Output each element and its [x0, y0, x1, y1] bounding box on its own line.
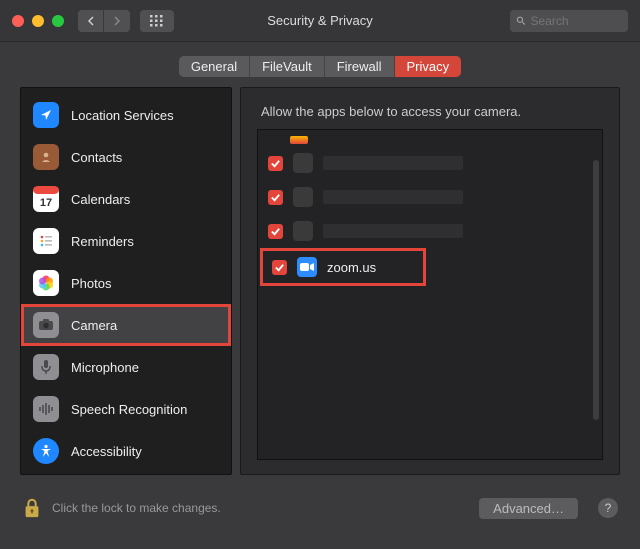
checkbox-icon[interactable] [268, 156, 283, 171]
sidebar-item-label: Calendars [71, 192, 130, 207]
tab-filevault[interactable]: FileVault [250, 56, 325, 77]
photos-icon [33, 270, 59, 296]
app-name: zoom.us [327, 260, 376, 275]
sidebar-item-camera[interactable]: Camera [21, 304, 231, 346]
forward-button[interactable] [104, 10, 130, 32]
sidebar-item-label: Speech Recognition [71, 402, 187, 417]
sidebar-item-accessibility[interactable]: Accessibility [21, 430, 231, 472]
sidebar-item-contacts[interactable]: Contacts [21, 136, 231, 178]
window-controls [12, 15, 64, 27]
advanced-button[interactable]: Advanced… [479, 498, 578, 519]
privacy-sidebar: Location Services Contacts 17 Calendars … [20, 87, 232, 475]
help-button[interactable]: ? [598, 498, 618, 518]
speech-icon [33, 396, 59, 422]
microphone-icon [33, 354, 59, 380]
camera-icon [33, 312, 59, 338]
lock-text: Click the lock to make changes. [52, 501, 221, 515]
app-list: zoom.us [257, 129, 603, 460]
nav-segment [78, 10, 130, 32]
show-all-button[interactable] [140, 10, 174, 32]
search-icon [516, 15, 526, 26]
sidebar-item-label: Accessibility [71, 444, 142, 459]
sidebar-item-speech-recognition[interactable]: Speech Recognition [21, 388, 231, 430]
search-input[interactable] [531, 14, 623, 28]
app-row[interactable] [258, 214, 602, 248]
sidebar-item-location-services[interactable]: Location Services [21, 94, 231, 136]
fullscreen-window-icon[interactable] [52, 15, 64, 27]
tab-privacy[interactable]: Privacy [395, 56, 462, 77]
search-field[interactable] [510, 10, 628, 32]
sidebar-item-label: Contacts [71, 150, 122, 165]
scrollbar[interactable] [593, 160, 599, 420]
sidebar-item-label: Photos [71, 276, 111, 291]
app-name [323, 190, 463, 204]
sidebar-item-label: Location Services [71, 108, 174, 123]
app-icon [293, 221, 313, 241]
detail-pane: Allow the apps below to access your came… [240, 87, 620, 475]
partial-app-icon [290, 136, 308, 144]
app-icon [293, 153, 313, 173]
close-window-icon[interactable] [12, 15, 24, 27]
sidebar-item-calendars[interactable]: 17 Calendars [21, 178, 231, 220]
reminders-icon [33, 228, 59, 254]
app-row[interactable] [258, 180, 602, 214]
grid-icon [150, 15, 164, 27]
back-button[interactable] [78, 10, 104, 32]
titlebar: Security & Privacy [0, 0, 640, 42]
chevron-left-icon [87, 16, 95, 26]
footer: Click the lock to make changes. Advanced… [0, 487, 640, 533]
sidebar-item-microphone[interactable]: Microphone [21, 346, 231, 388]
tab-general[interactable]: General [179, 56, 250, 77]
app-row[interactable] [258, 146, 602, 180]
app-name [323, 224, 463, 238]
tab-segment: General FileVault Firewall Privacy [179, 56, 461, 77]
content-area: Location Services Contacts 17 Calendars … [0, 87, 640, 487]
sidebar-item-photos[interactable]: Photos [21, 262, 231, 304]
pane-header: Allow the apps below to access your came… [257, 102, 605, 129]
zoom-icon [297, 257, 317, 277]
sidebar-item-label: Camera [71, 318, 117, 333]
app-icon [293, 187, 313, 207]
sidebar-item-label: Reminders [71, 234, 134, 249]
tab-firewall[interactable]: Firewall [325, 56, 395, 77]
checkbox-icon[interactable] [268, 224, 283, 239]
location-icon [33, 102, 59, 128]
chevron-right-icon [113, 16, 121, 26]
checkbox-icon[interactable] [272, 260, 287, 275]
calendar-icon: 17 [33, 186, 59, 212]
svg-text:17: 17 [40, 197, 52, 209]
app-row-zoom[interactable]: zoom.us [262, 250, 424, 284]
app-name [323, 156, 463, 170]
sidebar-item-label: Microphone [71, 360, 139, 375]
sidebar-item-reminders[interactable]: Reminders [21, 220, 231, 262]
tab-row: General FileVault Firewall Privacy [0, 42, 640, 87]
checkbox-icon[interactable] [268, 190, 283, 205]
accessibility-icon [33, 438, 59, 464]
lock-icon[interactable] [22, 497, 42, 519]
contacts-icon [33, 144, 59, 170]
minimize-window-icon[interactable] [32, 15, 44, 27]
